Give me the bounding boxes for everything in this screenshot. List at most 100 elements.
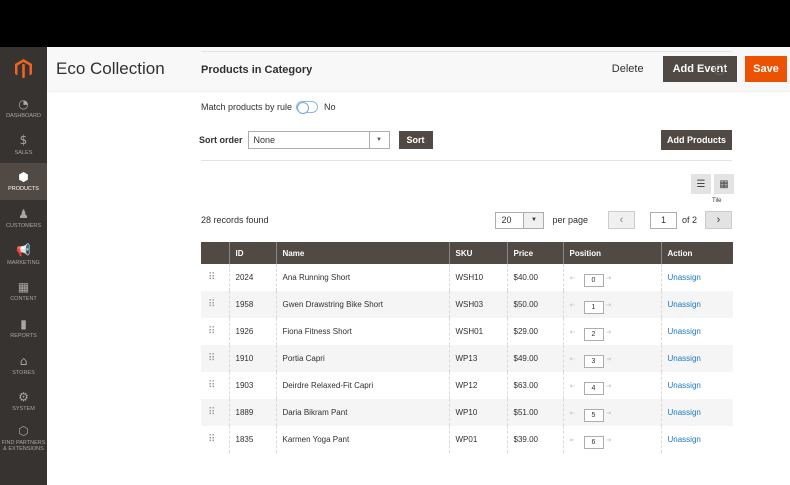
- unassign-link[interactable]: Unassign: [668, 354, 701, 363]
- arrow-down-icon[interactable]: ⇥: [606, 274, 618, 282]
- arrow-down-icon[interactable]: ⇥: [606, 301, 618, 309]
- cell-action: Unassign: [661, 426, 733, 453]
- drag-handle-icon[interactable]: ⠿: [201, 426, 230, 453]
- col-name[interactable]: Name: [276, 242, 450, 264]
- sidebar-item-sales[interactable]: $ SALES: [0, 127, 47, 164]
- position-input[interactable]: 1: [583, 301, 604, 314]
- view-toggle: ☰ ▦: [688, 174, 734, 194]
- table-row[interactable]: ⠿ 2024 Ana Running Short WSH10 $40.00 ⇤ 0 ⇥ Unas…: [201, 264, 733, 291]
- arrow-down-icon[interactable]: ⇥: [606, 409, 618, 417]
- sidebar-item-dashboard[interactable]: ◔ DASHBOARD: [0, 90, 47, 127]
- arrow-up-icon[interactable]: ⇤: [570, 382, 582, 390]
- arrow-up-icon[interactable]: ⇤: [570, 409, 582, 417]
- per-page-select[interactable]: 20 ▼: [495, 211, 545, 229]
- sort-order-select[interactable]: None ▼: [247, 131, 390, 149]
- cell-position: ⇤ 5 ⇥: [563, 399, 662, 426]
- col-id[interactable]: ID: [229, 242, 277, 264]
- drag-handle-icon[interactable]: ⠿: [201, 345, 230, 372]
- tile-tooltip: Tile: [712, 198, 722, 204]
- position-input[interactable]: 0: [583, 274, 604, 287]
- unassign-link[interactable]: Unassign: [668, 300, 701, 309]
- arrow-down-icon[interactable]: ⇥: [606, 355, 618, 363]
- arrow-up-icon[interactable]: ⇤: [570, 436, 582, 444]
- sidebar-item-customers[interactable]: ♟ CUSTOMERS: [0, 200, 47, 237]
- drag-handle-icon[interactable]: ⠿: [201, 372, 230, 399]
- cell-position: ⇤ 4 ⇥: [563, 372, 662, 399]
- cell-sku: WSH10: [449, 264, 508, 291]
- arrow-up-icon[interactable]: ⇤: [570, 274, 582, 282]
- cell-position: ⇤ 1 ⇥: [563, 291, 662, 318]
- grid-toolbar: 28 records found 20 ▼ per page ‹ 1 of 2 …: [201, 211, 732, 229]
- arrow-up-icon[interactable]: ⇤: [570, 328, 582, 336]
- col-drag: [201, 242, 230, 264]
- cell-name: Daria Bikram Pant: [276, 399, 450, 426]
- sidebar-item-label: CUSTOMERS: [5, 222, 42, 229]
- sidebar-item-content[interactable]: ▦ CONTENT: [0, 273, 47, 310]
- chevron-down-icon: ▼: [523, 212, 544, 228]
- sidebar-item-find-partners-extensions[interactable]: ⬡ FIND PARTNERS & EXTENSIONS: [0, 420, 47, 457]
- sidebar-item-system[interactable]: ⚙ SYSTEM: [0, 384, 47, 421]
- cell-sku: WP10: [449, 399, 508, 426]
- prev-page-button[interactable]: ‹: [607, 211, 635, 229]
- col-position[interactable]: Position: [563, 242, 662, 264]
- gear-icon: ⚙: [18, 390, 29, 405]
- unassign-link[interactable]: Unassign: [668, 435, 701, 444]
- cell-id: 1903: [229, 372, 277, 399]
- bar-chart-icon: ▮: [20, 316, 27, 331]
- position-input[interactable]: 2: [583, 328, 604, 341]
- arrow-down-icon[interactable]: ⇥: [606, 436, 618, 444]
- arrow-down-icon[interactable]: ⇥: [606, 382, 618, 390]
- drag-handle-icon[interactable]: ⠿: [201, 291, 230, 318]
- sidebar-item-reports[interactable]: ▮ REPORTS: [0, 310, 47, 347]
- match-products-toggle[interactable]: [296, 101, 319, 114]
- cell-action: Unassign: [661, 291, 733, 318]
- col-price[interactable]: Price: [507, 242, 564, 264]
- cell-action: Unassign: [661, 399, 733, 426]
- table-row[interactable]: ⠿ 1958 Gwen Drawstring Bike Short WSH03 $50.…: [201, 291, 733, 318]
- section-header[interactable]: Products in Category ▲: [201, 52, 732, 87]
- position-input[interactable]: 4: [583, 382, 604, 395]
- next-page-button[interactable]: ›: [705, 211, 732, 229]
- position-input[interactable]: 6: [583, 436, 604, 449]
- magento-logo[interactable]: [0, 47, 47, 90]
- sidebar-item-label: MARKETING: [7, 259, 40, 266]
- tile-view-icon[interactable]: ▦: [714, 174, 734, 194]
- drag-handle-icon[interactable]: ⠿: [201, 318, 230, 345]
- sidebar-item-marketing[interactable]: 📢 MARKETING: [0, 237, 47, 274]
- sidebar-item-label: REPORTS: [10, 333, 37, 340]
- dashboard-icon: ◔: [18, 96, 29, 111]
- unassign-link[interactable]: Unassign: [668, 327, 701, 336]
- cell-position: ⇤ 0 ⇥: [563, 264, 662, 291]
- products-section: Products in Category ▲: [201, 51, 732, 87]
- sidebar-item-label: SALES: [14, 149, 33, 156]
- arrow-up-icon[interactable]: ⇤: [570, 355, 582, 363]
- arrow-down-icon[interactable]: ⇥: [606, 328, 618, 336]
- unassign-link[interactable]: Unassign: [668, 381, 701, 390]
- add-products-button[interactable]: Add Products: [661, 130, 732, 150]
- sort-button[interactable]: Sort: [398, 131, 433, 149]
- drag-handle-icon[interactable]: ⠿: [201, 264, 230, 291]
- admin-sidebar: ◔ DASHBOARD $ SALES ⬢ PRODUCTS ♟ CUSTOMERS 📢 MARK…: [0, 47, 47, 485]
- table-row[interactable]: ⠿ 1926 Fiona Fitness Short WSH01 $29.00 ⇤ 2 ⇥ Un…: [201, 318, 733, 345]
- sidebar-item-stores[interactable]: ⌂ STORES: [0, 347, 47, 384]
- drag-handle-icon[interactable]: ⠿: [201, 399, 230, 426]
- position-input[interactable]: 5: [583, 409, 604, 422]
- unassign-link[interactable]: Unassign: [668, 273, 701, 282]
- table-row[interactable]: ⠿ 1889 Daria Bikram Pant WP10 $51.00 ⇤ 5 ⇥ Unass…: [201, 399, 733, 426]
- list-view-icon[interactable]: ☰: [691, 174, 711, 194]
- save-button[interactable]: Save: [745, 56, 787, 82]
- pagination: 20 ▼ per page ‹ 1 of 2 ›: [495, 211, 732, 229]
- arrow-up-icon[interactable]: ⇤: [570, 301, 582, 309]
- position-input[interactable]: 3: [583, 355, 604, 368]
- chevron-up-icon[interactable]: ▲: [714, 64, 725, 75]
- page-input[interactable]: 1: [649, 211, 677, 229]
- person-icon: ♟: [18, 206, 29, 221]
- unassign-link[interactable]: Unassign: [668, 408, 701, 417]
- cell-position: ⇤ 3 ⇥: [563, 345, 662, 372]
- table-row[interactable]: ⠿ 1903 Deirdre Relaxed-Fit Capri WP12 $63.00…: [201, 372, 733, 399]
- col-sku[interactable]: SKU: [449, 242, 508, 264]
- cube-icon: ⬢: [18, 170, 29, 185]
- table-row[interactable]: ⠿ 1835 Karmen Yoga Pant WP01 $39.00 ⇤ 6 ⇥ Unassi…: [201, 426, 733, 453]
- table-row[interactable]: ⠿ 1910 Portia Capri WP13 $49.00 ⇤ 3 ⇥ Unassign: [201, 345, 733, 372]
- sidebar-item-products[interactable]: ⬢ PRODUCTS: [0, 163, 47, 201]
